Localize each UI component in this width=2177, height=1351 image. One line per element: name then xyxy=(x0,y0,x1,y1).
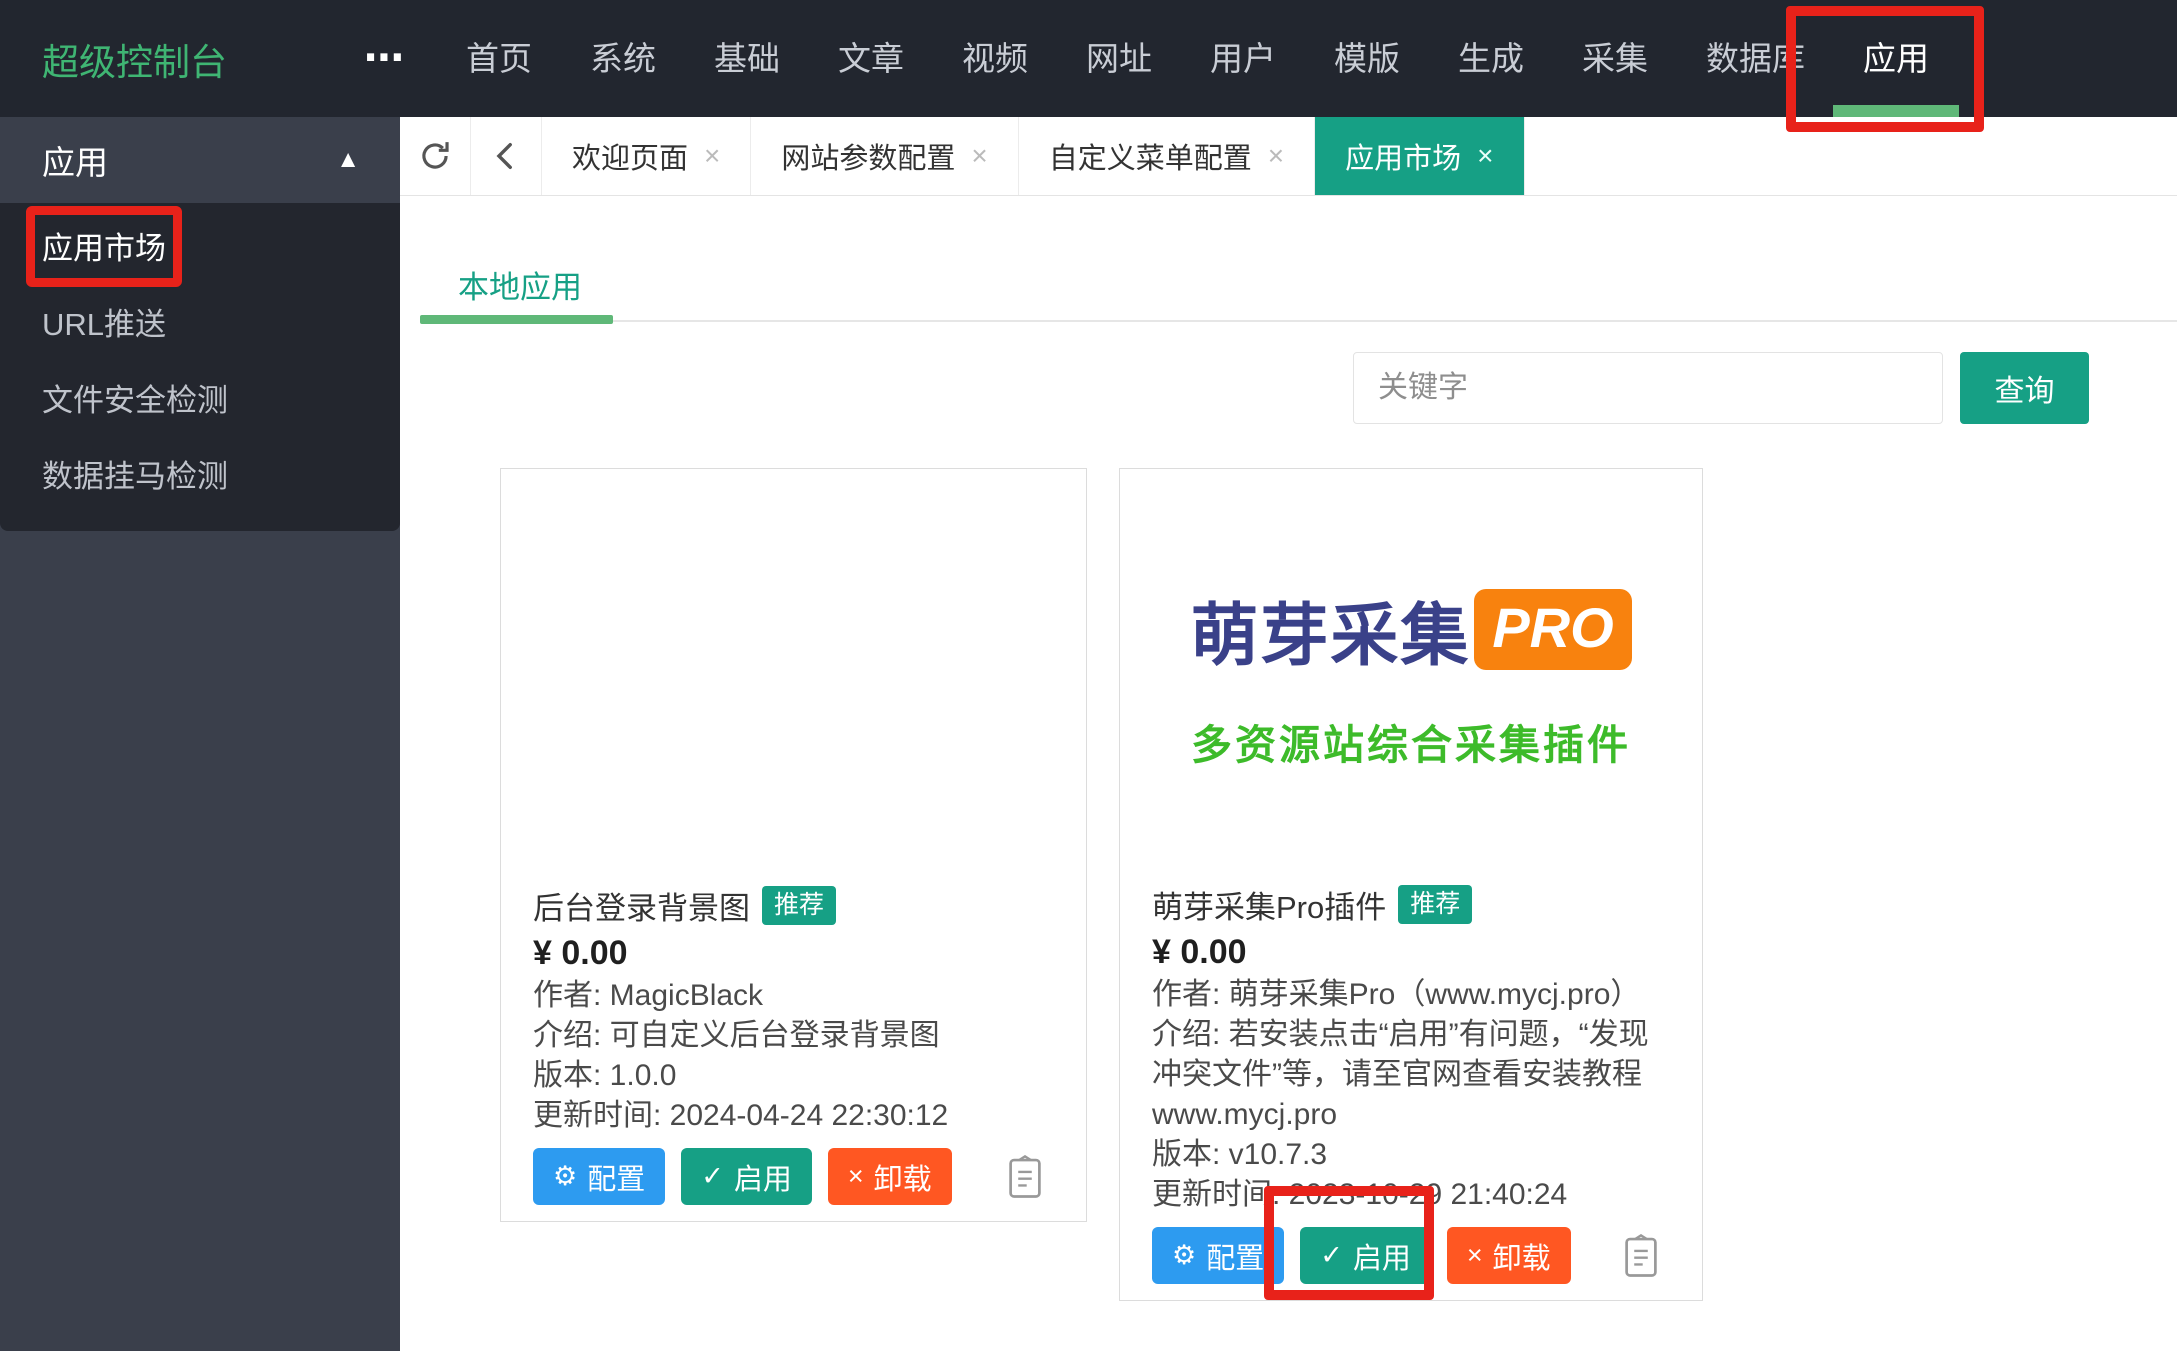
top-nav-menu: 首页 系统 基础 文章 视频 网址 用户 模版 生成 采集 数据库 应用 xyxy=(437,0,1958,117)
sidebar-section-header[interactable]: 应用 ▲ xyxy=(0,117,400,203)
app-author: 作者: MagicBlack xyxy=(533,976,1058,1016)
tab-label: 欢迎页面 xyxy=(572,135,688,177)
tabs-scroll-left-button[interactable] xyxy=(471,117,542,195)
app-card-image-placeholder xyxy=(501,469,1086,883)
tab-bar: 欢迎页面 × 网站参数配置 × 自定义菜单配置 × 应用市场 × xyxy=(400,117,2177,196)
sidebar-item-url-push[interactable]: URL推送 xyxy=(0,287,400,363)
recommend-badge: 推荐 xyxy=(1398,885,1472,924)
enable-button[interactable]: ✓ 启用 xyxy=(681,1148,812,1205)
search-input[interactable] xyxy=(1353,352,1943,424)
app-intro: 介绍: 若安装点击“启用”有问题，“发现冲突文件”等，请至官网查看安装教程 xyxy=(1152,1015,1674,1095)
more-menu-icon[interactable]: ⋯ xyxy=(364,0,404,117)
enable-button-label: 启用 xyxy=(734,1156,792,1198)
app-title: 后台登录背景图 xyxy=(533,883,750,928)
app-title: 萌芽采集Pro插件 xyxy=(1152,882,1386,927)
nav-item-database[interactable]: 数据库 xyxy=(1677,0,1834,117)
app-card-logo: 萌芽采集 PRO 多资源站综合采集插件 xyxy=(1120,469,1702,882)
nav-item-generate[interactable]: 生成 xyxy=(1429,0,1553,117)
app-updated: 更新时间: 2024-04-24 22:30:12 xyxy=(533,1096,1058,1136)
nav-item-system[interactable]: 系统 xyxy=(561,0,685,117)
x-icon: × xyxy=(1467,1242,1483,1269)
active-tab-underline xyxy=(420,315,613,324)
app-card-login-background: 后台登录背景图 推荐 ¥ 0.00 作者: MagicBlack 介绍: 可自定… xyxy=(500,468,1087,1222)
config-button-label: 配置 xyxy=(587,1156,645,1198)
tab-local-apps[interactable]: 本地应用 xyxy=(458,262,582,307)
uninstall-button-label: 卸载 xyxy=(1493,1235,1551,1277)
nav-item-collect[interactable]: 采集 xyxy=(1553,0,1677,117)
recommend-badge: 推荐 xyxy=(762,886,836,925)
brand-text: 萌芽采集 xyxy=(1190,580,1470,679)
close-icon[interactable]: × xyxy=(704,140,720,172)
app-updated: 更新时间: 2023-10-29 21:40:24 xyxy=(1152,1175,1674,1215)
tab-divider-line xyxy=(420,320,2177,322)
tab-welcome-page[interactable]: 欢迎页面 × xyxy=(542,117,751,195)
enable-button[interactable]: ✓ 启用 xyxy=(1300,1227,1431,1284)
nav-item-basic[interactable]: 基础 xyxy=(685,0,809,117)
app-price: ¥ 0.00 xyxy=(1152,931,1674,973)
x-icon: × xyxy=(848,1163,864,1190)
app-version: 版本: v10.7.3 xyxy=(1152,1135,1674,1175)
tab-label: 自定义菜单配置 xyxy=(1049,135,1252,177)
refresh-icon xyxy=(416,137,454,175)
uninstall-button[interactable]: × 卸载 xyxy=(828,1148,952,1205)
clipboard-icon[interactable] xyxy=(1008,1155,1042,1199)
tab-app-market[interactable]: 应用市场 × xyxy=(1315,117,1524,195)
app-website: www.mycj.pro xyxy=(1152,1095,1674,1135)
app-card-info: 后台登录背景图 推荐 ¥ 0.00 作者: MagicBlack 介绍: 可自定… xyxy=(501,883,1086,1221)
app-version: 版本: 1.0.0 xyxy=(533,1056,1058,1096)
config-button-label: 配置 xyxy=(1206,1235,1264,1277)
sidebar-item-data-trojan-check[interactable]: 数据挂马检测 xyxy=(0,439,400,515)
sidebar-menu: 应用市场 URL推送 文件安全检测 数据挂马检测 xyxy=(0,203,400,531)
config-button[interactable]: ⚙ 配置 xyxy=(533,1148,665,1205)
sidebar-item-app-market[interactable]: 应用市场 xyxy=(0,211,400,287)
top-nav: 超级控制台 ⋯ 首页 系统 基础 文章 视频 网址 用户 模版 生成 采集 数据… xyxy=(0,0,2177,117)
check-icon: ✓ xyxy=(701,1163,724,1190)
tab-custom-menu-config[interactable]: 自定义菜单配置 × xyxy=(1019,117,1315,195)
nav-item-home[interactable]: 首页 xyxy=(437,0,561,117)
tab-label: 网站参数配置 xyxy=(781,135,955,177)
check-icon: ✓ xyxy=(1320,1242,1343,1269)
app-card-mengya-collector-pro: 萌芽采集 PRO 多资源站综合采集插件 萌芽采集Pro插件 推荐 ¥ 0.00 … xyxy=(1119,468,1703,1301)
nav-item-app[interactable]: 应用 xyxy=(1834,0,1958,117)
nav-item-url[interactable]: 网址 xyxy=(1057,0,1181,117)
app-logo: 超级控制台 xyxy=(42,32,364,86)
clipboard-icon[interactable] xyxy=(1624,1234,1658,1278)
close-icon[interactable]: × xyxy=(971,140,987,172)
sidebar-item-file-security-check[interactable]: 文件安全检测 xyxy=(0,363,400,439)
chevron-up-icon: ▲ xyxy=(336,146,360,174)
search-button[interactable]: 查询 xyxy=(1960,352,2089,424)
nav-item-template[interactable]: 模版 xyxy=(1305,0,1429,117)
sidebar-section-title: 应用 xyxy=(42,136,108,184)
close-icon[interactable]: × xyxy=(1268,140,1284,172)
pro-badge: PRO xyxy=(1474,589,1631,670)
config-button[interactable]: ⚙ 配置 xyxy=(1152,1227,1284,1284)
tab-site-params-config[interactable]: 网站参数配置 × xyxy=(751,117,1018,195)
uninstall-button-label: 卸载 xyxy=(874,1156,932,1198)
nav-item-article[interactable]: 文章 xyxy=(809,0,933,117)
app-card-info: 萌芽采集Pro插件 推荐 ¥ 0.00 作者: 萌芽采集Pro（www.mycj… xyxy=(1120,882,1702,1300)
gear-icon: ⚙ xyxy=(1172,1242,1196,1269)
app-window: 超级控制台 ⋯ 首页 系统 基础 文章 视频 网址 用户 模版 生成 采集 数据… xyxy=(0,0,2177,1351)
enable-button-label: 启用 xyxy=(1353,1235,1411,1277)
uninstall-button[interactable]: × 卸载 xyxy=(1447,1227,1571,1284)
gear-icon: ⚙ xyxy=(553,1163,577,1190)
tab-label: 应用市场 xyxy=(1345,135,1461,177)
app-author: 作者: 萌芽采集Pro（www.mycj.pro） xyxy=(1152,975,1674,1015)
close-icon[interactable]: × xyxy=(1477,140,1493,172)
chevron-left-icon xyxy=(489,139,523,173)
sidebar: 应用 ▲ 应用市场 URL推送 文件安全检测 数据挂马检测 xyxy=(0,117,400,1351)
nav-item-video[interactable]: 视频 xyxy=(933,0,1057,117)
nav-item-user[interactable]: 用户 xyxy=(1181,0,1305,117)
app-price: ¥ 0.00 xyxy=(533,932,1058,974)
brand-tagline: 多资源站综合采集插件 xyxy=(1191,711,1631,771)
app-intro: 介绍: 可自定义后台登录背景图 xyxy=(533,1016,1058,1056)
refresh-button[interactable] xyxy=(400,117,471,195)
